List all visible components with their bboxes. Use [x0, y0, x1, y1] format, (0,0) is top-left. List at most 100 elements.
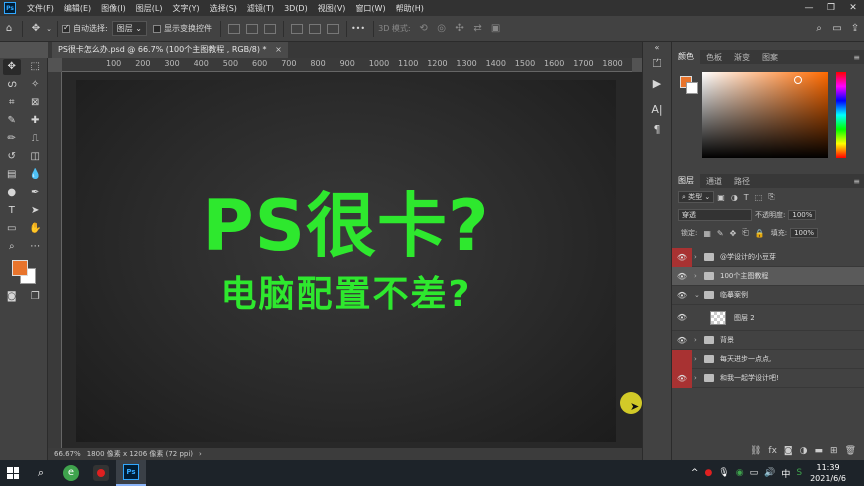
actions-panel-icon[interactable]: ▶: [643, 74, 671, 94]
layer-row[interactable]: 👁 ⌄ 临摹案例: [672, 286, 864, 305]
lock-artboard-icon[interactable]: ⎗: [742, 228, 748, 238]
frame-tool-icon[interactable]: ⊠: [26, 95, 44, 111]
chevron-right-icon[interactable]: ›: [694, 253, 702, 261]
panel-menu-icon[interactable]: ≡: [853, 53, 860, 62]
menu-filter[interactable]: 滤镜(T): [242, 3, 279, 14]
filter-pixel-icon[interactable]: ▣: [717, 193, 725, 202]
tray-expand-icon[interactable]: ^: [691, 468, 699, 478]
hand-tool-icon[interactable]: ✋: [26, 221, 44, 237]
workspace-icon[interactable]: ▭: [828, 23, 846, 34]
tab-layers[interactable]: 图层: [672, 174, 700, 188]
eye-hidden-icon[interactable]: ·: [672, 349, 692, 369]
align-bottom-icon[interactable]: [326, 23, 339, 34]
link-layers-icon[interactable]: ⛓: [750, 446, 761, 456]
opacity-input[interactable]: 100%: [788, 210, 817, 220]
menu-help[interactable]: 帮助(H): [391, 3, 429, 14]
layer-row[interactable]: 👁 › 和我一起学设计吧!: [672, 368, 864, 388]
more-tools-icon[interactable]: ⋯: [26, 239, 44, 255]
close-tab-icon[interactable]: ×: [275, 45, 282, 54]
crop-tool-icon[interactable]: ⌗: [3, 95, 21, 111]
layer-filter-dropdown[interactable]: ⌕ 类型 ⌄: [678, 191, 715, 203]
color-picker-field[interactable]: [702, 72, 828, 158]
filter-type-icon[interactable]: T: [744, 193, 749, 202]
adjustment-layer-icon[interactable]: ◑: [800, 446, 808, 456]
history-panel-icon[interactable]: ⏍: [643, 54, 671, 74]
tray-sogou-icon[interactable]: S: [796, 468, 802, 478]
search-icon[interactable]: ⌕: [810, 23, 828, 34]
tab-patterns[interactable]: 图案: [756, 52, 784, 63]
chevron-right-icon[interactable]: ›: [694, 272, 702, 280]
layer-row[interactable]: · › 每天进步一点点,: [672, 349, 864, 369]
stamp-tool-icon[interactable]: ⎍: [26, 131, 44, 147]
background-swatch[interactable]: [686, 82, 698, 94]
layer-row[interactable]: 👁 › 背景: [672, 331, 864, 350]
status-chevron-icon[interactable]: ›: [199, 450, 202, 458]
menu-window[interactable]: 窗口(W): [350, 3, 390, 14]
eraser-tool-icon[interactable]: ◫: [26, 149, 44, 165]
lock-position-icon[interactable]: ✥: [730, 229, 737, 238]
share-icon[interactable]: ⇪: [846, 23, 864, 34]
tab-channels[interactable]: 通道: [700, 176, 728, 187]
restore-button[interactable]: ❐: [820, 3, 842, 13]
eyedropper-icon[interactable]: ✎: [3, 113, 21, 129]
new-group-icon[interactable]: ▬: [815, 446, 824, 456]
menu-file[interactable]: 文件(F): [22, 3, 59, 14]
tray-record-icon[interactable]: ●: [704, 468, 712, 478]
tray-network-icon[interactable]: ▭: [750, 468, 759, 478]
menu-3d[interactable]: 3D(D): [279, 4, 313, 13]
3d-roll-icon[interactable]: ◎: [433, 23, 451, 34]
foreground-color[interactable]: [12, 260, 28, 276]
pen-tool-icon[interactable]: ✒: [26, 185, 44, 201]
type-tool-icon[interactable]: T: [3, 203, 21, 219]
document-tab[interactable]: PS很卡怎么办.psd @ 66.7% (100个主图教程 , RGB/8) *…: [52, 42, 288, 58]
menu-view[interactable]: 视图(V): [313, 3, 351, 14]
tray-wechat-icon[interactable]: ◉: [736, 468, 744, 478]
tab-gradients[interactable]: 渐变: [728, 52, 756, 63]
tray-ime-indicator[interactable]: 中: [781, 467, 790, 480]
more-options-button[interactable]: •••: [351, 24, 365, 33]
chevron-down-icon[interactable]: ⌄: [694, 291, 702, 299]
menu-select[interactable]: 选择(S): [205, 3, 242, 14]
fill-input[interactable]: 100%: [790, 228, 819, 238]
lasso-tool-icon[interactable]: ഗ: [3, 77, 21, 93]
chevron-right-icon[interactable]: ›: [694, 336, 702, 344]
3d-slide-icon[interactable]: ⇄: [469, 23, 487, 34]
taskbar-recorder-app[interactable]: [86, 460, 116, 486]
delete-layer-icon[interactable]: 🗑: [845, 446, 856, 456]
3d-orbit-icon[interactable]: ⟲: [415, 23, 433, 34]
transform-controls-checkbox[interactable]: [152, 24, 161, 33]
zoom-level[interactable]: 66.67%: [54, 450, 81, 458]
rectangle-tool-icon[interactable]: ▭: [3, 221, 21, 237]
path-select-icon[interactable]: ➤: [26, 203, 44, 219]
history-brush-icon[interactable]: ↺: [3, 149, 21, 165]
tab-swatches[interactable]: 色板: [700, 52, 728, 63]
blur-tool-icon[interactable]: 💧: [26, 167, 44, 183]
new-layer-icon[interactable]: ⊞: [830, 446, 838, 456]
taskbar-search-icon[interactable]: ⌕: [26, 460, 56, 486]
filter-adjust-icon[interactable]: ◑: [731, 193, 738, 202]
taskbar-browser-app[interactable]: e: [56, 460, 86, 486]
3d-scale-icon[interactable]: ▣: [487, 23, 505, 34]
quick-mask-icon[interactable]: ◙: [3, 289, 21, 305]
healing-brush-icon[interactable]: ✚: [26, 113, 44, 129]
lock-pixels-icon[interactable]: ✎: [717, 229, 724, 238]
layer-row[interactable]: 👁 › 100个主图教程: [672, 267, 864, 286]
paragraph-panel-icon[interactable]: ¶: [643, 120, 671, 140]
windows-start-icon[interactable]: [0, 460, 26, 486]
tray-mic-icon[interactable]: 🎙: [718, 468, 729, 478]
eye-icon[interactable]: 👁: [672, 331, 692, 350]
fx-icon[interactable]: fx: [768, 446, 777, 456]
hue-slider[interactable]: [836, 72, 846, 158]
dodge-tool-icon[interactable]: ●: [3, 185, 21, 201]
tray-volume-icon[interactable]: 🔊: [764, 468, 775, 478]
layers-menu-icon[interactable]: ≡: [853, 177, 860, 186]
minimize-button[interactable]: —: [798, 3, 820, 13]
align-top-icon[interactable]: [290, 23, 303, 34]
tab-color[interactable]: 颜色: [672, 50, 700, 64]
eye-icon[interactable]: 👁: [672, 267, 692, 286]
chevron-down-icon[interactable]: ⌄: [45, 25, 53, 33]
filter-shape-icon[interactable]: ⬚: [755, 193, 763, 202]
document-canvas[interactable]: PS很卡? 电脑配置不差?: [76, 80, 616, 442]
eye-icon[interactable]: 👁: [672, 368, 692, 388]
blend-mode-dropdown[interactable]: 穿透: [678, 209, 752, 221]
